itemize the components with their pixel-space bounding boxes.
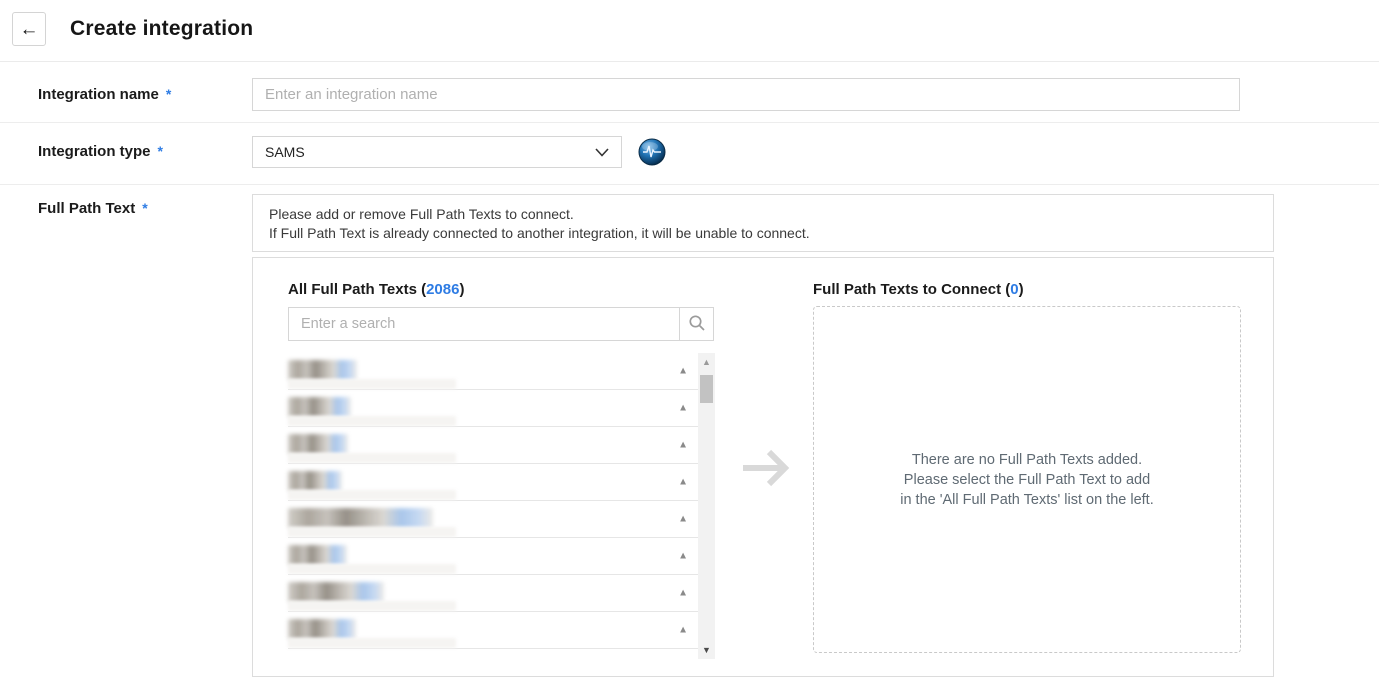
integration-type-select[interactable]: SAMS bbox=[252, 136, 622, 168]
collapse-arrow-icon[interactable]: ▲ bbox=[678, 477, 688, 488]
required-asterisk: * bbox=[158, 143, 163, 159]
required-asterisk: * bbox=[142, 200, 147, 216]
redacted-subtext bbox=[288, 490, 456, 500]
instructions-box: Please add or remove Full Path Texts to … bbox=[252, 194, 1274, 252]
chevron-down-icon bbox=[595, 148, 609, 157]
list-item[interactable]: ▲ bbox=[288, 390, 698, 427]
list-item[interactable]: ▲ bbox=[288, 464, 698, 501]
redacted-subtext bbox=[288, 416, 456, 426]
redacted-subtext bbox=[288, 527, 456, 537]
full-path-text-label: Full Path Text* bbox=[38, 200, 148, 217]
integration-type-label: Integration type* bbox=[38, 143, 163, 160]
redacted-text bbox=[288, 619, 356, 639]
list-item[interactable]: ▲ bbox=[288, 501, 698, 538]
redacted-subtext bbox=[288, 564, 456, 574]
search-icon bbox=[688, 314, 706, 335]
empty-line-3: in the 'All Full Path Texts' list on the… bbox=[900, 490, 1154, 510]
texts-to-connect-title: Full Path Texts to Connect (0) bbox=[813, 281, 1024, 298]
search-button[interactable] bbox=[679, 307, 714, 341]
empty-line-2: Please select the Full Path Text to add bbox=[900, 470, 1154, 490]
redacted-text bbox=[288, 508, 433, 528]
redacted-text bbox=[288, 471, 342, 491]
back-arrow-icon: ← bbox=[20, 19, 39, 40]
move-right-arrow-icon bbox=[739, 444, 795, 497]
search-input[interactable] bbox=[288, 307, 680, 341]
redacted-text bbox=[288, 545, 347, 565]
redacted-subtext bbox=[288, 453, 456, 463]
integration-type-logo-icon bbox=[638, 138, 666, 166]
list-item[interactable]: ▲ bbox=[288, 427, 698, 464]
page-header: ← Create integration bbox=[0, 0, 1379, 62]
all-full-path-texts-title: All Full Path Texts (2086) bbox=[288, 281, 464, 298]
collapse-arrow-icon[interactable]: ▲ bbox=[678, 625, 688, 636]
list-item[interactable]: ▲ bbox=[288, 612, 698, 649]
full-path-panel: All Full Path Texts (2086) ▲ ▲ ▲ ▲ ▲ ▲ ▲ ▲ ▲ ▼ bbox=[252, 257, 1274, 677]
empty-state-message: There are no Full Path Texts added. Plea… bbox=[900, 450, 1154, 510]
all-count: 2086 bbox=[426, 281, 459, 298]
list-item[interactable]: ▲ bbox=[288, 575, 698, 612]
redacted-subtext bbox=[288, 638, 456, 648]
collapse-arrow-icon[interactable]: ▲ bbox=[678, 588, 688, 599]
collapse-arrow-icon[interactable]: ▲ bbox=[678, 440, 688, 451]
collapse-arrow-icon[interactable]: ▲ bbox=[678, 403, 688, 414]
redacted-subtext bbox=[288, 601, 456, 611]
redacted-text bbox=[288, 397, 351, 417]
instructions-line-1: Please add or remove Full Path Texts to … bbox=[269, 205, 1257, 224]
instructions-line-2: If Full Path Text is already connected t… bbox=[269, 224, 1257, 243]
redacted-text bbox=[288, 582, 384, 602]
empty-line-1: There are no Full Path Texts added. bbox=[900, 450, 1154, 470]
page-title: Create integration bbox=[70, 17, 253, 41]
redacted-text bbox=[288, 360, 357, 380]
redacted-subtext bbox=[288, 379, 456, 389]
list-item[interactable]: ▲ bbox=[288, 538, 698, 575]
scroll-thumb[interactable] bbox=[700, 375, 713, 403]
search-group bbox=[288, 307, 714, 341]
collapse-arrow-icon[interactable]: ▲ bbox=[678, 551, 688, 562]
connect-count: 0 bbox=[1010, 281, 1018, 298]
create-integration-page: ← Create integration Integration name* I… bbox=[0, 0, 1379, 691]
connected-texts-drop-area: There are no Full Path Texts added. Plea… bbox=[813, 306, 1241, 653]
scroll-down-icon[interactable]: ▼ bbox=[698, 645, 715, 655]
back-button[interactable]: ← bbox=[12, 12, 46, 46]
row-divider bbox=[0, 184, 1379, 185]
integration-name-label: Integration name* bbox=[38, 86, 171, 103]
collapse-arrow-icon[interactable]: ▲ bbox=[678, 366, 688, 377]
row-divider bbox=[0, 122, 1379, 123]
required-asterisk: * bbox=[166, 86, 171, 102]
list-item[interactable]: ▲ bbox=[288, 353, 698, 390]
scroll-up-icon[interactable]: ▲ bbox=[698, 357, 715, 367]
selected-option-label: SAMS bbox=[265, 144, 305, 160]
list-scrollbar[interactable]: ▲ ▼ bbox=[698, 353, 715, 659]
full-path-list: ▲ ▲ ▲ ▲ ▲ ▲ ▲ ▲ bbox=[288, 353, 698, 649]
collapse-arrow-icon[interactable]: ▲ bbox=[678, 514, 688, 525]
redacted-text bbox=[288, 434, 348, 454]
integration-name-input[interactable] bbox=[252, 78, 1240, 111]
